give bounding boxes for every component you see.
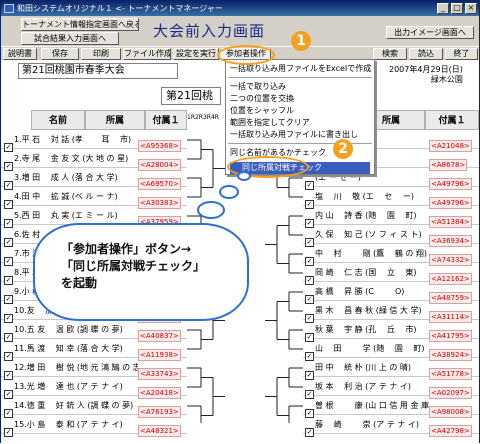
title-bar: 和田システムオリジナル１ <- トーナメントマネージャー _ □ ×	[1, 1, 479, 16]
table-row[interactable]: ✓田 中 統 朴 (川 上 の 晴)<A51778>	[303, 360, 479, 380]
table-row[interactable]: ✓岡 崎 仁 志 (国 立 東)<A12162>	[303, 265, 479, 285]
participant-name: 秋 葉 宇 静 (孔 丘 市)	[315, 325, 417, 334]
participant-name: 高 橋 昇 勝 (C O)	[315, 287, 405, 296]
venue-text: 緑木公園	[430, 75, 463, 84]
create-file-button[interactable]: ファイル作成	[123, 48, 171, 60]
table-row[interactable]: ✓中 村 剛 (鷹 鶴 の 翔)<A74332>	[303, 246, 479, 266]
search-button[interactable]: 検索	[373, 48, 407, 60]
participant-name: 4.田 中 拡 誠 (ベ ル ー ナ)	[14, 192, 118, 201]
participant-name: 14.徳 重 好 銃 人 (調 蝶 の 夢)	[14, 401, 134, 410]
table-row[interactable]: ✓藤 崎 崇 (ア テ ナ イ) <A42798>	[303, 417, 479, 437]
participant-name: 中 村 剛 (鷹 鶴 の 翔)	[315, 249, 428, 258]
exit-button[interactable]: 終了	[445, 48, 478, 60]
table-row[interactable]: ✓4.田 中 拡 誠 (ベ ル ー ナ)<A30383>	[1, 189, 187, 209]
app-icon	[4, 4, 14, 13]
participant-name: 3.増 田 成 人 (落 合 大 学)	[14, 173, 118, 182]
load-button[interactable]: 読込	[409, 48, 443, 60]
table-row[interactable]: ✓13.光 増 達 也 (ア テ ナ イ)<A20418>	[1, 379, 187, 399]
table-row[interactable]: ✓10.五 友 温 欧 (調 蝶 の 夢)<A40837>	[1, 322, 187, 342]
round-title-field[interactable]: 第21回桃	[161, 87, 221, 105]
table-row[interactable]: ✓高 橋 昇 勝 (C O)<A48759>	[303, 284, 479, 304]
date-text: 2007年4月29日(日)	[389, 65, 463, 74]
table-row[interactable]: ✓内 山 詩 香 (随 園 町)<A51384>	[303, 208, 479, 228]
table-row[interactable]: ✓曽 根 康 (山 口 信 用 金 庫)<A98008>	[303, 398, 479, 418]
minimize-button[interactable]: _	[437, 3, 449, 14]
output-image-button[interactable]: 出力イメージ画面へ	[386, 26, 474, 39]
participant-name: 12.増 田 樹 悦 (地 元 鴻 鵠 の 志)	[14, 363, 138, 372]
apply-settings-button[interactable]: 設定を実行	[173, 48, 219, 60]
row-checkbox[interactable]: ✓	[4, 428, 13, 437]
close-button[interactable]: ×	[465, 3, 477, 14]
print-button[interactable]: 印刷	[81, 48, 121, 60]
menu-item-shuffle[interactable]: 位置をシャッフル	[230, 105, 294, 116]
table-row[interactable]: ✓山 田 学 (随 園 町)<A38924>	[303, 341, 479, 361]
callout-line-1: 「参加者操作」ボタン→	[61, 242, 192, 256]
table-row[interactable]: ✓久 保 知 己 (ソ フ ィ ス ト)<A36934>	[303, 227, 479, 247]
date-info: 2007年4月29日(日) 緑木公園	[389, 65, 463, 85]
menu-item-swap-positions[interactable]: 二つの位置を交換	[230, 93, 294, 104]
menu-separator	[228, 77, 372, 78]
back-to-tournament-info-button[interactable]: トーナメント情報指定画面へ戻る	[21, 18, 139, 31]
callout-line-2: 「同じ所属対戦チェック」	[61, 259, 206, 273]
participant-name: 10.五 友 温 欧 (調 蝶 の 夢)	[14, 325, 123, 334]
page-title: 大会前入力画面	[153, 22, 266, 40]
participant-name: 坂 本 利 治 (ア テ ナ イ)	[315, 382, 412, 391]
participant-id-tag: <A42798>	[429, 425, 472, 437]
extra-column-header: 付属１	[145, 110, 187, 130]
participant-name: 13.光 増 達 也 (ア テ ナ イ)	[14, 382, 123, 391]
table-row[interactable]: ✓坂 本 利 治 (ア テ ナ イ)<A02097>	[303, 379, 479, 399]
table-row[interactable]: ✓14.徳 重 好 銃 人 (調 蝶 の 夢)<A76193>	[1, 398, 187, 418]
callout-bubble	[237, 171, 251, 181]
callout-line-3: を起動	[61, 276, 98, 290]
participant-id-tag: <A48321>	[138, 425, 181, 437]
participant-name: 塩 川 敬 (エ セ ー)	[315, 192, 414, 201]
menu-item-export-bulk[interactable]: 一括取り込み用ファイルに書き出し	[230, 129, 358, 140]
row-checkbox[interactable]: ✓	[305, 428, 314, 437]
right-extra-column-header: 付属１	[425, 110, 479, 130]
participant-name: 15.小 島 泰 和 (ア テ ナ イ)	[14, 420, 123, 429]
participant-name: 1.平 石 対 話 (孝 耳 市)	[14, 135, 132, 144]
participant-name: 山 田 学 (随 園 町)	[315, 344, 425, 353]
highlight-ring-toolbar	[217, 45, 275, 65]
rounds-marker: 1R2R3R4R	[187, 114, 219, 121]
participant-name: 内 山 詩 香 (随 園 町)	[315, 211, 417, 220]
app-window: 和田システムオリジナル１ <- トーナメントマネージャー _ □ × トーナメン…	[0, 0, 480, 444]
menu-item-bulk-import[interactable]: 一括で取り込み	[230, 81, 286, 92]
save-button[interactable]: 保存	[41, 48, 79, 60]
participant-name: 藤 崎 崇 (ア テ ナ イ)	[315, 420, 420, 429]
table-row[interactable]: ✓11.馬 渡 知 幸 (落 合 大 学)<A11938>	[1, 341, 187, 361]
callout-bubble	[197, 201, 225, 219]
participant-name: 曽 根 康 (山 口 信 用 金 庫)	[315, 401, 429, 410]
table-row[interactable]: ✓3.増 田 成 人 (落 合 大 学)<A69570>	[1, 170, 187, 190]
participant-name: 11.馬 渡 知 幸 (落 合 大 学)	[14, 344, 123, 353]
result-input-button[interactable]: 試合結果入力画面へ	[21, 32, 119, 45]
maximize-button[interactable]: □	[451, 3, 463, 14]
table-row[interactable]: ✓15.小 島 泰 和 (ア テ ナ イ) <A48321>	[1, 417, 187, 437]
instruction-callout: 「参加者操作」ボタン→ 「同じ所属対戦チェック」 を起動	[33, 223, 249, 321]
table-row[interactable]: ✓黒 木 昌 春 秋 (緑 信 大 学)<A31114>	[303, 303, 479, 323]
step-2-marker: 2	[333, 139, 353, 159]
step-1-marker: 1	[291, 31, 311, 51]
participant-name: 5.西 田 丸 実 (エ ミ ー ル)	[14, 211, 118, 220]
participant-name: 田 中 統 朴 (川 上 の 晴)	[315, 363, 412, 372]
window-title: 和田システムオリジナル１ <- トーナメントマネージャー	[17, 4, 223, 13]
menu-item-clear-range[interactable]: 範囲を指定してクリア	[230, 117, 310, 128]
table-row[interactable]: ✓塩 川 敬 (エ セ ー)<A49796>	[303, 189, 479, 209]
participant-name: 黒 木 昌 春 秋 (緑 信 大 学)	[315, 306, 422, 315]
tournament-name-field[interactable]: 第21回桃園市春季大会	[18, 63, 178, 79]
table-row[interactable]: ✓秋 葉 宇 静 (孔 丘 市)<A41795>	[303, 322, 479, 342]
affil-column-header: 所属	[85, 110, 145, 130]
participant-name: 岡 崎 仁 志 (国 立 東)	[315, 268, 417, 277]
name-column-header: 名前	[31, 110, 85, 130]
participant-name: 久 保 知 己 (ソ フ ィ ス ト)	[315, 230, 422, 239]
participant-name: 2.寺 尾 金 友 文 (大 地 の 星)	[14, 154, 129, 163]
manual-button[interactable]: 説明書	[3, 48, 37, 60]
table-row[interactable]: ✓12.増 田 樹 悦 (地 元 鴻 鵠 の 志)<A33743>	[1, 360, 187, 380]
callout-bubble	[219, 185, 239, 199]
table-row[interactable]: ✓2.寺 尾 金 友 文 (大 地 の 星)<A28004>	[1, 151, 187, 171]
table-row[interactable]: ✓1.平 石 対 話 (孝 耳 市)<A95368>	[1, 132, 187, 152]
